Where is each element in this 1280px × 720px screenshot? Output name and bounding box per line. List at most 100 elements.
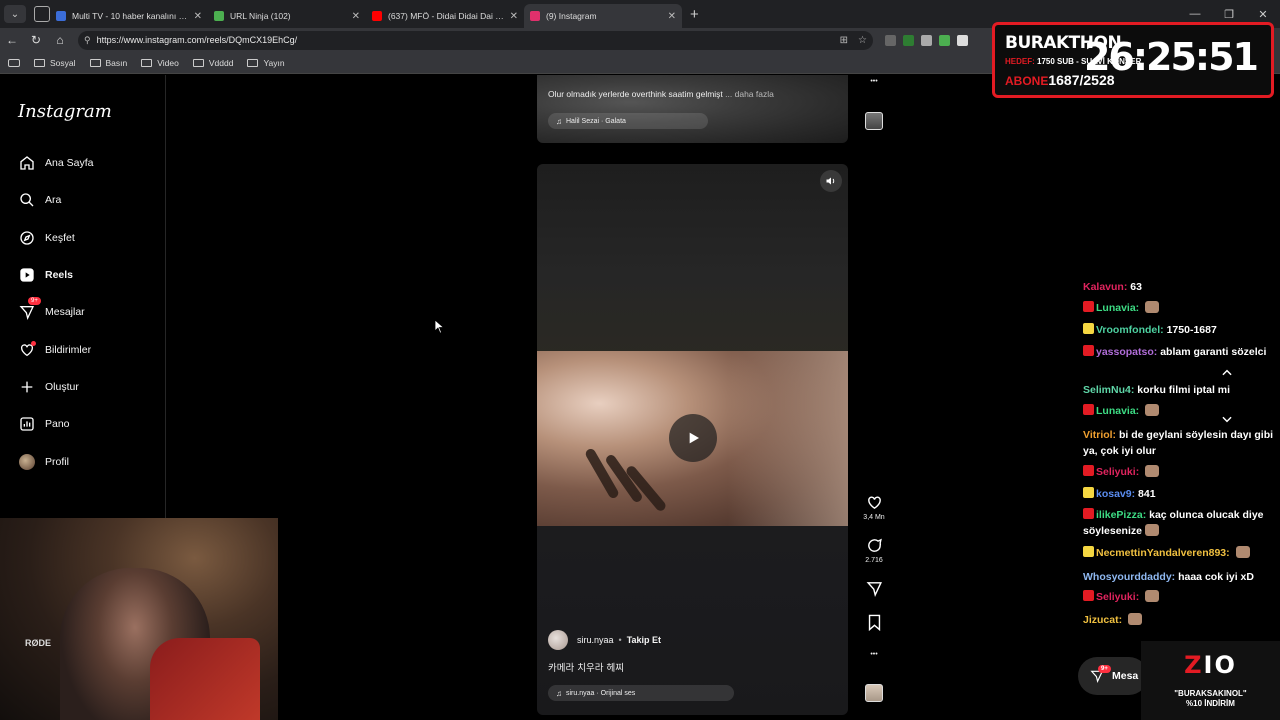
emote-icon [1145,465,1160,477]
compass-icon [18,229,35,246]
bookmark-label: Basın [105,57,128,68]
extension-icon[interactable] [957,34,968,46]
sidebar-item-reels[interactable]: Reels [18,266,73,283]
reading-list-icon[interactable] [8,58,20,67]
instagram-logo[interactable]: Instagram [18,101,112,122]
chat-username[interactable]: Vitriol: [1083,429,1116,441]
favorite-star-icon[interactable]: ☆ [858,35,867,46]
previous-reel[interactable]: Olur olmadık yerlerde overthink saatim g… [537,75,848,143]
bookmark-folder[interactable]: Basın [89,57,128,68]
sidebar-item-messages[interactable]: 9+ Mesajlar [18,297,85,320]
browser-tab-active[interactable]: (9) Instagram ✕ [524,4,682,28]
bookmark-folder[interactable]: Vdddd [192,58,233,68]
like-button[interactable]: 3,4 Mn [859,494,889,521]
play-button[interactable] [669,414,717,462]
more-options-icon[interactable]: ••• [859,651,889,658]
follow-button[interactable]: Takip Et [627,635,661,645]
sidebar-item-search[interactable]: Ara [18,191,61,208]
tab-close-icon[interactable]: ✕ [352,11,360,22]
tab-title: (9) Instagram [546,11,597,21]
new-tab-icon[interactable]: + [690,6,699,23]
browser-tab[interactable]: (637) MFÖ - Didai Didai Dai - Türk ✕ [366,4,524,28]
reel-video[interactable]: siru.nyaa • Takip Et 카메라 치우라 헤찌 ♫ siru.n… [537,164,848,715]
sidebar-item-create[interactable]: Oluştur [18,378,79,395]
browser-tab[interactable]: URL Ninja (102) ✕ [208,4,366,28]
folder-icon [141,58,153,67]
search-icon [18,191,35,208]
avatar[interactable] [548,630,568,650]
share-button[interactable] [859,580,889,597]
sponsor-logo: ZIO [1184,651,1237,679]
separator-dot: • [618,635,622,645]
comment-button[interactable]: 2.716 [859,537,889,564]
chat-username[interactable]: SelimNu4: [1083,384,1134,396]
reload-icon[interactable]: ↻ [24,33,48,47]
chat-username[interactable]: Jizucat: [1083,614,1122,626]
chat-username[interactable]: Whosyourddaddy: [1083,571,1175,583]
chat-username[interactable]: Seliyuki: [1096,466,1139,478]
extension-icon[interactable] [921,34,932,46]
chat-username[interactable]: Lunavia: [1096,302,1139,314]
sidebar-item-home[interactable]: Ana Sayfa [18,154,93,171]
more-options-icon[interactable]: ••• [859,78,889,85]
extension-icon[interactable] [903,34,914,46]
sidebar-item-label: Ara [45,193,62,206]
subathon-timer: 26:25:51 [1083,35,1259,79]
tab-close-icon[interactable]: ✕ [510,11,518,22]
minimize-icon[interactable]: — [1178,8,1212,20]
audio-pill[interactable]: ♫ Halil Sezai · Galata [548,113,708,129]
scroll-up-icon[interactable] [1212,358,1242,388]
bookmark-folder[interactable]: Yayın [247,58,285,68]
sidebar-item-profile[interactable]: Profil [18,453,69,470]
notification-badge: 9+ [28,297,41,305]
audio-thumbnail[interactable] [859,684,889,702]
extension-icons [885,34,968,46]
bookmark-label: Video [157,57,179,68]
audio-pill[interactable]: ♫ siru.nyaa · Orijinal ses [548,685,734,701]
url-text[interactable]: https://www.instagram.com/reels/DQmCX19E… [97,35,830,45]
chat-username[interactable]: Lunavia: [1096,405,1139,417]
bookmark-folder[interactable]: Video [141,58,179,68]
sidebar-item-dashboard[interactable]: Pano [18,415,70,432]
bookmark-folder[interactable]: Sosyal [34,58,76,68]
heart-icon [18,341,36,358]
workspaces-icon[interactable] [34,6,50,22]
tab-close-icon[interactable]: ✕ [668,11,676,22]
extension-icon[interactable] [939,34,950,46]
sponsor-discount: %10 İNDİRİM [1186,699,1235,708]
chat-message: Lunavia: [1083,300,1275,316]
chat-username[interactable]: ilikePizza: [1096,509,1146,521]
chat-username[interactable]: kosav9: [1096,488,1135,500]
tab-close-icon[interactable]: ✕ [194,11,202,22]
close-window-icon[interactable]: ✕ [1246,8,1280,21]
url-bar[interactable]: ⚲ https://www.instagram.com/reels/DQmCX1… [78,30,873,50]
chat-username[interactable]: Vroomfondel: [1096,324,1164,336]
streamer-jacket [150,638,260,720]
username-link[interactable]: siru.nyaa [577,635,614,645]
emote-icon [1235,546,1250,558]
back-icon[interactable]: ← [0,33,24,47]
more-link[interactable]: ... daha fazla [725,89,774,99]
chat-username[interactable]: Kalavun: [1083,281,1127,293]
split-screen-icon[interactable]: ⊞ [840,35,848,46]
volume-icon[interactable] [820,170,842,192]
chat-message: NecmettinYandalveren893: [1083,545,1275,561]
messenger-icon: 9+ [18,297,41,320]
sidebar-item-notifications[interactable]: Bildirimler [18,341,91,358]
scroll-down-icon[interactable] [1212,404,1242,434]
chat-username[interactable]: Seliyuki: [1096,591,1139,603]
browser-tab[interactable]: Multi TV - 10 haber kanalını aynı a ✕ [50,4,208,28]
extension-icon[interactable] [885,34,896,46]
chat-username[interactable]: yassopatso: [1096,346,1157,358]
restore-icon[interactable]: ❐ [1212,8,1246,21]
site-info-icon[interactable]: ⚲ [84,35,91,46]
tab-search-button[interactable]: ⌄ [4,5,26,23]
audio-thumbnail[interactable] [859,112,889,130]
messages-pill[interactable]: 9+ Mesa [1078,657,1148,695]
sidebar-item-explore[interactable]: Keşfet [18,229,75,246]
chat-message: Kalavun: 63 [1083,279,1275,295]
home-browser-icon[interactable]: ⌂ [48,33,72,47]
save-button[interactable] [859,614,889,631]
chat-username[interactable]: NecmettinYandalveren893: [1096,547,1230,559]
microphone-logo: RØDE [25,638,52,648]
